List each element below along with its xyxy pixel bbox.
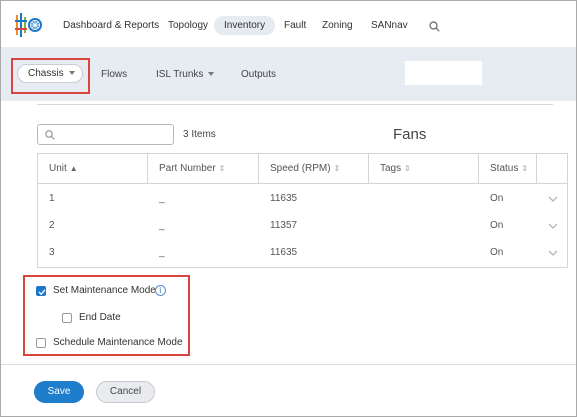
column-header-part-number[interactable]: Part Number ⇕ [148,154,259,184]
table-row[interactable]: 1 _ 11635 On [38,185,567,213]
nav-sannav[interactable]: SANnav [371,16,408,35]
column-header-tags[interactable]: Tags ⇕ [369,154,479,184]
cell-part-number: _ [159,220,165,231]
tab-flows[interactable]: Flows [101,69,127,80]
search-icon[interactable] [429,21,440,32]
table-header: Unit ▲ Part Number ⇕ Speed (RPM) ⇕ Tags ⇕ St… [38,154,567,184]
column-header-label: Speed (RPM) [270,163,331,174]
chevron-down-icon[interactable] [548,195,558,203]
column-header-label: Tags [380,163,402,174]
sort-asc-icon: ▲ [69,164,78,173]
section-title: Fans [393,126,427,143]
chevron-down-icon[interactable] [548,222,558,230]
nav-fault[interactable]: Fault [284,16,306,35]
column-header-status[interactable]: Status ⇕ [479,154,537,184]
tab-outputs[interactable]: Outputs [241,69,276,80]
cell-part-number: _ [159,247,165,258]
set-maintenance-mode-checkbox[interactable] [36,286,46,296]
cell-unit: 2 [49,220,55,231]
cell-tags [369,212,380,240]
set-maintenance-mode-label[interactable]: Set Maintenance Mode [53,285,156,296]
checkmark-icon [38,289,46,296]
tab-isl-trunks[interactable]: ISL Trunks [156,69,215,80]
top-nav: Dashboard & Reports Topology Inventory F… [1,1,576,47]
chevron-down-icon [208,72,215,77]
nav-dashboard-reports[interactable]: Dashboard & Reports [63,16,159,35]
column-header-label: Part Number [159,163,216,174]
sort-icon: ⇕ [404,164,411,173]
cell-unit: 3 [49,247,55,258]
end-date-checkbox[interactable] [62,313,72,323]
schedule-maintenance-mode-label[interactable]: Schedule Maintenance Mode [53,337,183,348]
highlight-box-chassis [11,58,90,94]
redacted-block [405,61,482,85]
search-icon [45,130,55,140]
sort-icon: ⇕ [333,164,341,173]
column-header-unit[interactable]: Unit ▲ [38,154,148,184]
cell-status: On [490,220,504,231]
schedule-maintenance-mode-checkbox[interactable] [36,338,46,348]
table-row[interactable]: 2 _ 11357 On [38,212,567,240]
chevron-down-icon[interactable] [548,249,558,257]
app-logo-icon[interactable] [14,12,44,38]
cell-part-number: _ [159,193,165,204]
cell-tags [369,239,380,267]
cell-status: On [490,193,504,204]
column-header-label: Status [490,163,519,174]
cell-unit: 1 [49,193,55,204]
end-date-label[interactable]: End Date [79,312,121,323]
cell-tags [369,185,380,213]
sort-icon: ⇕ [521,164,529,173]
search-input[interactable] [37,124,174,145]
items-count: 3 Items [183,129,216,140]
info-icon[interactable]: i [155,285,166,296]
table-row[interactable]: 3 _ 11635 On [38,239,567,267]
divider [37,104,553,105]
cell-speed: 11357 [270,220,298,231]
cell-speed: 11635 [270,193,298,204]
column-header-label: Unit [49,163,67,174]
tab-isl-trunks-label: ISL Trunks [156,69,204,80]
nav-topology[interactable]: Topology [168,16,208,35]
divider [1,364,576,365]
cancel-button[interactable]: Cancel [96,381,155,403]
fans-table: Unit ▲ Part Number ⇕ Speed (RPM) ⇕ Tags ⇕ St… [37,153,568,268]
cell-status: On [490,247,504,258]
save-button[interactable]: Save [34,381,84,403]
nav-zoning[interactable]: Zoning [322,16,353,35]
cell-speed: 11635 [270,247,298,258]
nav-inventory[interactable]: Inventory [214,16,276,35]
sort-icon: ⇕ [218,164,226,173]
column-header-speed[interactable]: Speed (RPM) ⇕ [259,154,369,184]
